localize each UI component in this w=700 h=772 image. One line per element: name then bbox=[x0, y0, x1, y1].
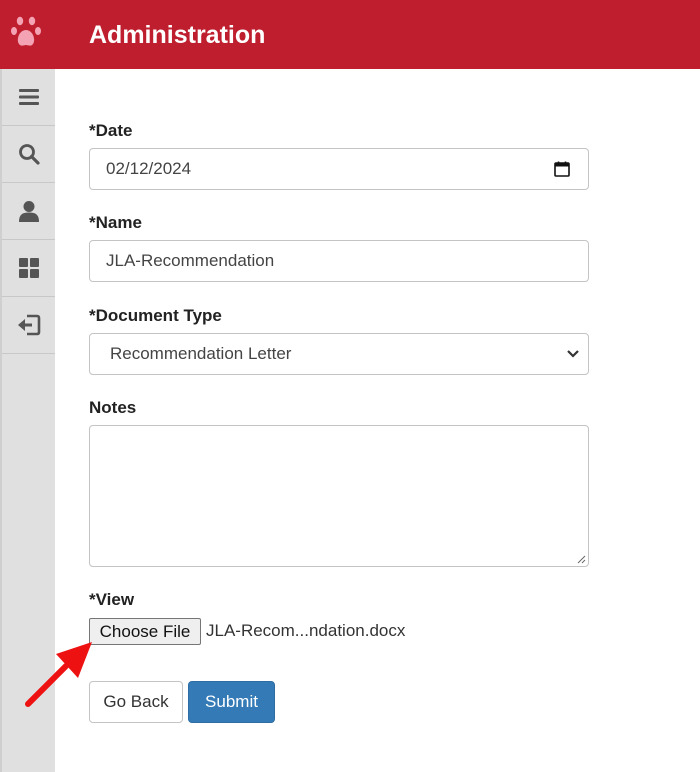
sidebar-item-dashboard[interactable] bbox=[2, 240, 55, 297]
sidebar-item-logout[interactable] bbox=[2, 297, 55, 354]
name-input[interactable]: JLA-Recommendation bbox=[89, 240, 589, 282]
date-value: 02/12/2024 bbox=[106, 159, 192, 178]
document-type-label: *Document Type bbox=[89, 306, 222, 325]
go-back-button[interactable]: Go Back bbox=[89, 681, 183, 723]
app-header: Administration bbox=[0, 0, 700, 69]
search-icon bbox=[18, 144, 40, 165]
submit-button[interactable]: Submit bbox=[188, 681, 275, 723]
paw-icon[interactable] bbox=[10, 14, 46, 54]
name-value: JLA-Recommendation bbox=[106, 251, 275, 270]
notes-textarea[interactable] bbox=[89, 425, 589, 567]
name-label: *Name bbox=[89, 213, 142, 232]
sidebar-item-search[interactable] bbox=[2, 126, 55, 183]
dashboard-grid-icon bbox=[18, 258, 39, 278]
choose-file-button[interactable]: Choose File bbox=[89, 618, 201, 645]
notes-label: Notes bbox=[89, 398, 137, 417]
logout-icon bbox=[17, 314, 40, 336]
menu-icon bbox=[18, 89, 39, 105]
date-label: *Date bbox=[89, 121, 133, 140]
chevron-down-icon bbox=[567, 350, 579, 358]
file-name: JLA-Recom...ndation.docx bbox=[206, 621, 406, 640]
resize-grip-icon[interactable] bbox=[576, 554, 586, 564]
calendar-icon[interactable] bbox=[554, 161, 570, 177]
document-type-select[interactable]: Recommendation Letter bbox=[89, 333, 589, 375]
annotation-arrow-icon bbox=[25, 642, 92, 707]
sidebar-item-menu[interactable] bbox=[2, 69, 55, 126]
view-label: *View bbox=[89, 590, 135, 609]
page-title: Administration bbox=[89, 21, 266, 49]
document-type-value: Recommendation Letter bbox=[110, 344, 292, 363]
sidebar-item-user[interactable] bbox=[2, 183, 55, 240]
user-icon bbox=[18, 201, 39, 222]
date-input[interactable]: 02/12/2024 bbox=[89, 148, 589, 190]
